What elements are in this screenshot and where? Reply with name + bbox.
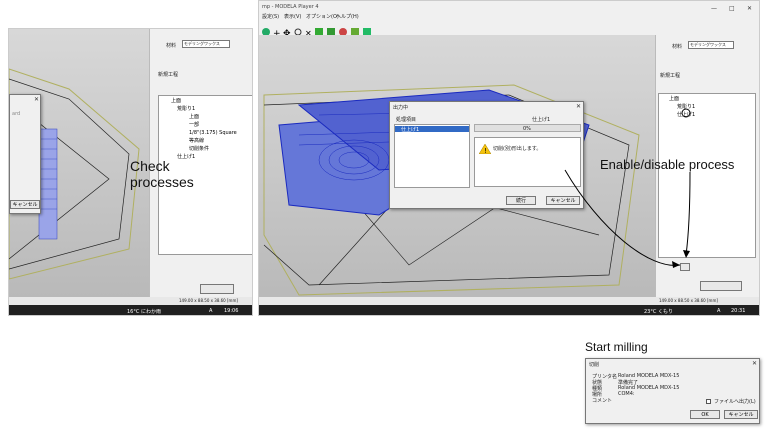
menu-view[interactable]: 表示(V) [284, 13, 301, 20]
left-dialog-cancel-button[interactable]: キャンセル [10, 200, 40, 209]
left-tree-cond[interactable]: 切削条件 [189, 146, 209, 152]
close-icon[interactable]: ✕ [747, 5, 752, 12]
cancel-button[interactable]: キャンセル [546, 196, 580, 205]
close-icon[interactable]: ✕ [752, 360, 757, 367]
output-progress-bar: 0% [474, 124, 581, 132]
close-icon[interactable]: ✕ [576, 103, 581, 110]
output-col-finish: 仕上げ1 [532, 117, 551, 123]
annotation-start-milling: Start milling [585, 340, 648, 354]
ok-button[interactable]: OK [690, 410, 720, 419]
main-ime: A [717, 308, 721, 314]
main-weather: 23°C くもり [644, 309, 673, 315]
output-message: 切削(別)形出します。 [493, 146, 542, 152]
right-material-value: モデリングワックス [690, 42, 726, 47]
close-icon[interactable]: ✕ [34, 96, 39, 103]
right-panel-title: 新規工程 [660, 73, 681, 79]
left-taskbar: 16°C にわか雨 A 19:06 [9, 305, 252, 315]
main-taskbar: 23°C くもり A 20:31 [259, 305, 759, 315]
warning-icon: ! [479, 144, 491, 154]
annotation-enable-disable: Enable/disable process [600, 157, 735, 172]
left-status-bar: 149.00 x 88.50 x 38.60 [mm] [9, 297, 252, 305]
left-status-size: 149.00 x 88.50 x 38.60 [mm] [179, 298, 238, 303]
file-output-checkbox[interactable] [706, 399, 711, 404]
output-dialog-title: 出力中 [393, 105, 409, 111]
main-clock: 20:31 [731, 308, 746, 314]
cut-dialog-title: 切削 [589, 362, 600, 368]
cut-dialog: 切削 ✕ プリンタ名 Roland MODELA MDX-15 状態 準備完了 … [585, 358, 760, 424]
output-item-list: 仕上げ1 [394, 124, 470, 188]
left-tree-item1[interactable]: 上面 [189, 114, 199, 120]
svg-text:!: ! [484, 147, 487, 154]
left-weather: 16°C にわか雨 [127, 309, 161, 315]
main-status-size: 149.00 x 88.50 x 38.60 [mm] [659, 298, 718, 303]
right-tree-finish[interactable]: 仕上げ1 [677, 112, 695, 118]
left-material-label: 材料 [166, 43, 177, 49]
minimize-icon[interactable]: — [711, 5, 717, 12]
cut-row-value-location: COM4: [618, 391, 635, 397]
left-viewport[interactable]: ard ✕ キャンセル [9, 29, 149, 297]
left-tree-tool[interactable]: 1/8"(3.175) Square [189, 130, 237, 136]
menu-help[interactable]: ヘルプ(H) [336, 13, 359, 20]
left-dialog-text: ard [12, 111, 21, 117]
cut-cancel-button[interactable]: キャンセル [724, 410, 758, 419]
file-output-label: ファイルへ出力(L) [714, 399, 756, 405]
right-toggle-button[interactable] [680, 263, 690, 271]
output-col-item: 処理項目 [396, 117, 417, 123]
output-progress-percent: 0% [523, 126, 531, 132]
left-material-value: モデリングワックス [184, 41, 220, 46]
menu-options[interactable]: オプション(O) [306, 13, 339, 20]
cut-row-label-comment: コメント [592, 398, 613, 404]
left-clock: 19:06 [224, 308, 239, 314]
maximize-icon[interactable]: □ [729, 5, 735, 12]
continue-button[interactable]: 続行 [506, 196, 536, 205]
left-tree-root[interactable]: 上面 [171, 98, 181, 104]
right-tree-root[interactable]: 上面 [669, 96, 679, 102]
right-start-button[interactable] [700, 281, 742, 291]
menu-settings[interactable]: 設定(S) [262, 13, 279, 20]
output-dialog: 出力中 ✕ 処理項目 仕上げ1 仕上げ1 0% ! 切削(別)形出します。 続行… [389, 101, 584, 209]
window-title: mp - MODELA Player 4 [262, 4, 319, 10]
left-tree-item2[interactable]: 一部 [189, 122, 199, 128]
right-tree-process[interactable]: 荒彫り1 [677, 104, 695, 110]
left-partial-dialog: ard ✕ キャンセル [9, 94, 41, 214]
annotation-check-processes: Check processes [130, 158, 194, 190]
toolbar: + ✥ ✕ [261, 23, 381, 39]
right-tree: 上面 荒彫り1 仕上げ1 [658, 93, 756, 258]
main-status-bar: 149.00 x 88.50 x 38.60 [mm] [259, 297, 759, 305]
output-message-box: ! 切削(別)形出します。 [474, 137, 581, 187]
right-material-label: 材料 [672, 44, 683, 50]
left-material-select[interactable]: モデリングワックス [182, 40, 230, 48]
left-tree-process[interactable]: 荒彫り1 [177, 106, 195, 112]
left-start-button[interactable] [200, 284, 234, 294]
output-item-selected[interactable]: 仕上げ1 [395, 126, 469, 133]
left-panel-title: 新規工程 [158, 72, 179, 78]
right-material-select[interactable]: モデリングワックス [688, 41, 734, 49]
left-ime: A [209, 308, 213, 314]
left-tree-path[interactable]: 等高線 [189, 138, 204, 144]
